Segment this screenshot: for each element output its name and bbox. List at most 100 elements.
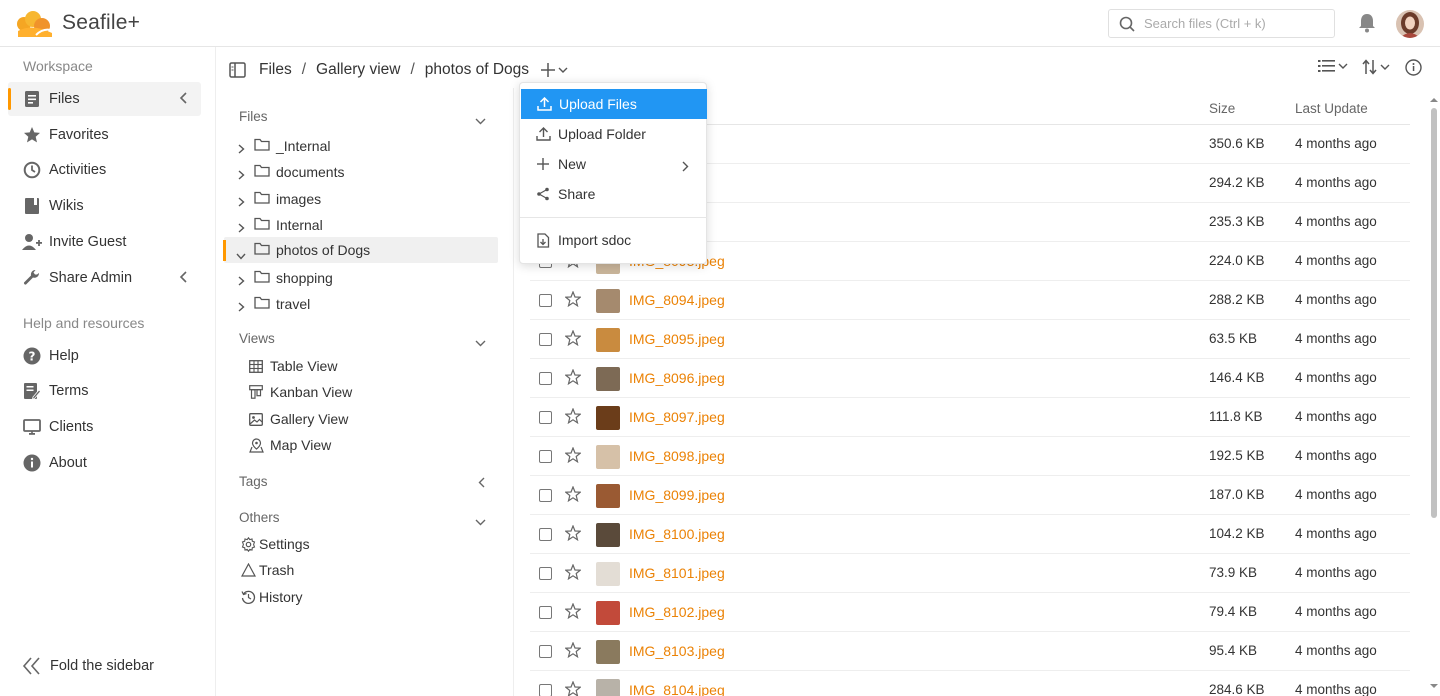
table-row[interactable]: IMG_8096.jpeg 146.4 KB 4 months ago xyxy=(530,359,1410,398)
scrollbar[interactable] xyxy=(1428,88,1440,696)
tags-section-heading[interactable]: Tags xyxy=(239,474,268,489)
star-icon[interactable] xyxy=(564,290,582,310)
row-checkbox[interactable] xyxy=(539,489,552,502)
menu-item-new[interactable]: New xyxy=(520,149,707,179)
others-section-heading[interactable]: Others xyxy=(239,510,280,525)
row-checkbox[interactable] xyxy=(539,372,552,385)
image-thumbnail[interactable] xyxy=(596,679,620,696)
scroll-up-arrow-icon[interactable] xyxy=(1428,96,1440,104)
menu-item-upload-files[interactable]: Upload Files xyxy=(521,89,707,119)
row-checkbox[interactable] xyxy=(539,450,552,463)
view-kanban[interactable]: Kanban View xyxy=(248,384,352,400)
row-checkbox[interactable] xyxy=(539,294,552,307)
sidebar-item-activities[interactable]: Activities xyxy=(8,153,201,187)
chevron-right-icon[interactable] xyxy=(238,167,245,183)
file-name-link[interactable]: IMG_8099.jpeg xyxy=(629,487,725,503)
chevron-right-icon[interactable] xyxy=(238,194,245,210)
star-icon[interactable] xyxy=(564,641,582,661)
fold-sidebar-button[interactable]: Fold the sidebar xyxy=(22,657,154,675)
toggle-panel-icon[interactable] xyxy=(229,62,246,78)
table-row[interactable]: IMG_8098.jpeg 192.5 KB 4 months ago xyxy=(530,437,1410,476)
star-icon[interactable] xyxy=(564,446,582,466)
files-section-heading[interactable]: Files xyxy=(239,109,268,124)
views-section-heading[interactable]: Views xyxy=(239,331,275,346)
column-last-update-header[interactable]: Last Update xyxy=(1295,101,1368,116)
chevron-left-icon[interactable] xyxy=(478,475,485,491)
file-name-link[interactable]: IMG_8100.jpeg xyxy=(629,526,725,542)
breadcrumb-current-folder[interactable]: photos of Dogs xyxy=(425,61,529,79)
table-row[interactable]: IMG_8100.jpeg 104.2 KB 4 months ago xyxy=(530,515,1410,554)
row-checkbox[interactable] xyxy=(539,333,552,346)
file-name-link[interactable]: IMG_8103.jpeg xyxy=(629,643,725,659)
sidebar-item-share-admin[interactable]: Share Admin xyxy=(8,261,201,295)
image-thumbnail[interactable] xyxy=(596,328,620,352)
others-trash[interactable]: Trash xyxy=(240,562,294,578)
image-thumbnail[interactable] xyxy=(596,640,620,664)
table-row[interactable]: IMG_8095.jpeg 63.5 KB 4 months ago xyxy=(530,320,1410,359)
scroll-down-arrow-icon[interactable] xyxy=(1428,682,1440,690)
menu-item-import-sdoc[interactable]: Import sdoc xyxy=(520,225,707,255)
file-name-link[interactable]: IMG_8094.jpeg xyxy=(629,292,725,308)
file-name-link[interactable]: IMG_8098.jpeg xyxy=(629,448,725,464)
menu-item-upload-folder[interactable]: Upload Folder xyxy=(520,119,707,149)
star-icon[interactable] xyxy=(564,680,582,696)
star-icon[interactable] xyxy=(564,563,582,583)
notification-bell-icon[interactable] xyxy=(1358,13,1376,36)
sidebar-item-files[interactable]: Files xyxy=(8,82,201,116)
row-checkbox[interactable] xyxy=(539,528,552,541)
view-map[interactable]: Map View xyxy=(248,437,331,453)
row-checkbox[interactable] xyxy=(539,606,552,619)
sidebar-item-invite-guest[interactable]: Invite Guest xyxy=(8,225,201,259)
chevron-right-icon[interactable] xyxy=(238,273,245,289)
sidebar-item-about[interactable]: About xyxy=(8,446,201,480)
table-row[interactable]: IMG_8103.jpeg 95.4 KB 4 months ago xyxy=(530,632,1410,671)
view-table[interactable]: Table View xyxy=(248,358,337,374)
table-row[interactable]: IMG_8097.jpeg 111.8 KB 4 months ago xyxy=(530,398,1410,437)
tree-folder[interactable]: photos of Dogs xyxy=(223,237,498,263)
file-name-link[interactable]: IMG_8102.jpeg xyxy=(629,604,725,620)
star-icon[interactable] xyxy=(564,485,582,505)
chevron-down-icon[interactable] xyxy=(475,513,486,529)
tree-folder[interactable]: _Internal xyxy=(224,133,498,159)
table-row[interactable]: IMG_8099.jpeg 187.0 KB 4 months ago xyxy=(530,476,1410,515)
sidebar-item-favorites[interactable]: Favorites xyxy=(8,118,201,152)
chevron-right-icon[interactable] xyxy=(238,220,245,236)
chevron-left-icon[interactable] xyxy=(179,92,187,108)
star-icon[interactable] xyxy=(564,407,582,427)
breadcrumb-gallery-view[interactable]: Gallery view xyxy=(316,61,400,79)
add-menu-button[interactable] xyxy=(541,63,568,77)
tree-folder[interactable]: shopping xyxy=(224,265,498,291)
column-size-header[interactable]: Size xyxy=(1209,101,1235,116)
view-gallery[interactable]: Gallery View xyxy=(248,411,348,427)
seafile-logo[interactable]: Seafile+ xyxy=(14,9,140,37)
image-thumbnail[interactable] xyxy=(596,601,620,625)
search-input[interactable] xyxy=(1144,16,1324,31)
image-thumbnail[interactable] xyxy=(596,523,620,547)
list-view-toggle[interactable] xyxy=(1318,59,1348,73)
file-name-link[interactable]: IMG_8096.jpeg xyxy=(629,370,725,386)
sidebar-item-clients[interactable]: Clients xyxy=(8,410,201,444)
row-checkbox[interactable] xyxy=(539,684,552,696)
image-thumbnail[interactable] xyxy=(596,406,620,430)
sidebar-item-terms[interactable]: Terms xyxy=(8,374,201,408)
row-checkbox[interactable] xyxy=(539,411,552,424)
scrollbar-thumb[interactable] xyxy=(1431,108,1437,518)
row-checkbox[interactable] xyxy=(539,567,552,580)
image-thumbnail[interactable] xyxy=(596,367,620,391)
image-thumbnail[interactable] xyxy=(596,484,620,508)
chevron-right-icon[interactable] xyxy=(238,141,245,157)
breadcrumb-root[interactable]: Files xyxy=(259,61,292,79)
file-name-link[interactable]: IMG_8097.jpeg xyxy=(629,409,725,425)
chevron-down-icon[interactable] xyxy=(475,334,486,350)
file-name-link[interactable]: IMG_8104.jpeg xyxy=(629,682,725,696)
others-settings[interactable]: Settings xyxy=(240,536,310,552)
star-icon[interactable] xyxy=(564,524,582,544)
image-thumbnail[interactable] xyxy=(596,562,620,586)
table-row[interactable]: IMG_8104.jpeg 284.6 KB 4 months ago xyxy=(530,671,1410,696)
menu-item-share[interactable]: Share xyxy=(520,179,707,209)
row-checkbox[interactable] xyxy=(539,645,552,658)
file-name-link[interactable]: IMG_8095.jpeg xyxy=(629,331,725,347)
table-row[interactable]: IMG_8094.jpeg 288.2 KB 4 months ago xyxy=(530,281,1410,320)
chevron-down-icon[interactable] xyxy=(475,112,486,128)
tree-folder[interactable]: travel xyxy=(224,291,498,317)
